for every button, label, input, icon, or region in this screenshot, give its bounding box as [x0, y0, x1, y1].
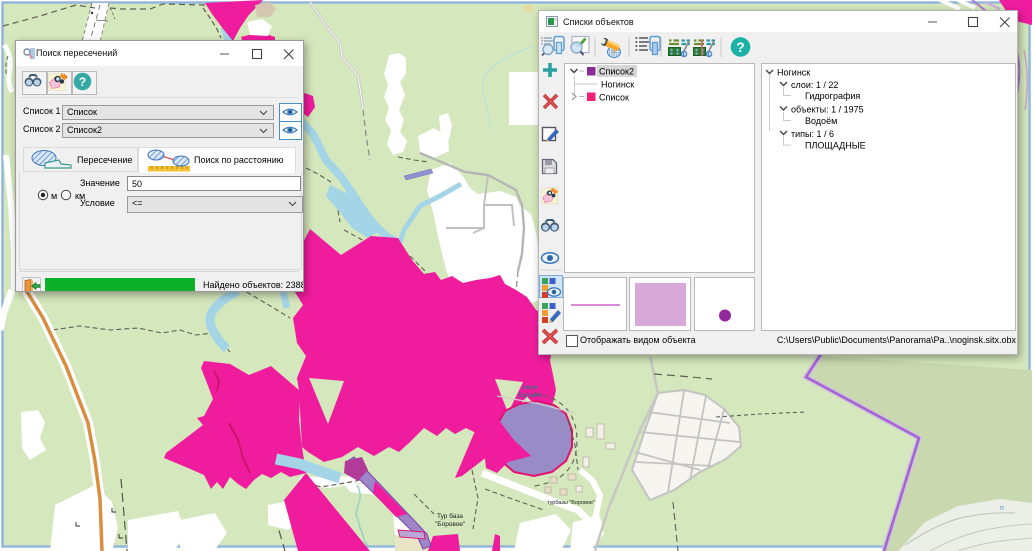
- svg-text:Ногинск: Ногинск: [601, 80, 634, 90]
- svg-text:ПЛОЩАДНЫЕ: ПЛОЩАДНЫЕ: [805, 141, 866, 151]
- svg-text:слои: 1 / 22: слои: 1 / 22: [791, 80, 838, 90]
- svg-text:Тур база: Тур база: [437, 512, 463, 520]
- svg-text:п: п: [1000, 505, 1004, 512]
- svg-text:озеро: озеро: [522, 385, 539, 391]
- svg-text:?: ?: [79, 75, 86, 89]
- svg-text:"Боровое": "Боровое": [435, 521, 466, 528]
- svg-text:Ногинск: Ногинск: [777, 68, 810, 78]
- svg-text:?: ?: [736, 39, 745, 55]
- svg-text:Боровое: Боровое: [518, 393, 542, 399]
- svg-text:Список: Список: [599, 93, 629, 103]
- svg-text:Водоём: Водоём: [805, 116, 837, 126]
- svg-text:типы: 1 / 6: типы: 1 / 6: [791, 129, 834, 139]
- svg-text:объекты: 1 / 1975: объекты: 1 / 1975: [791, 105, 864, 115]
- svg-text:турбазы "Боровое": турбазы "Боровое": [547, 500, 595, 506]
- svg-text:Гидрография: Гидрография: [805, 91, 860, 101]
- svg-text:Список2: Список2: [599, 67, 634, 77]
